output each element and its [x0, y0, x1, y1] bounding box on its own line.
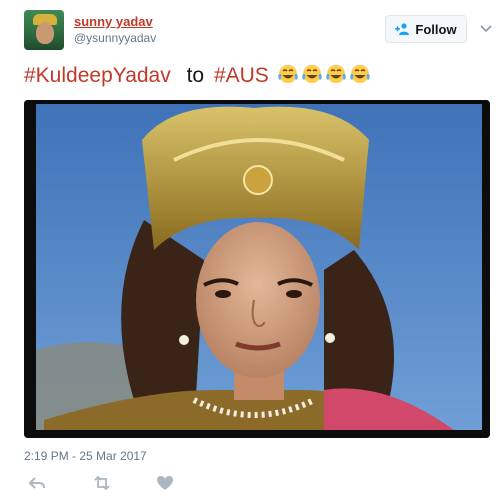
add-user-icon: [395, 23, 410, 35]
tears-of-joy-emoji-icon: [349, 65, 370, 83]
user-name-block: sunny yadav @ysunnyyadav: [74, 14, 156, 46]
display-name[interactable]: sunny yadav: [74, 14, 156, 30]
tweet-timestamp[interactable]: 2:19 PM - 25 Mar 2017: [24, 449, 147, 463]
avatar-face: [36, 22, 54, 44]
tweet-actions: [0, 472, 500, 494]
profile-avatar[interactable]: [24, 10, 64, 50]
tears-of-joy-emoji-icon: [325, 65, 346, 83]
video-frame: [24, 100, 490, 438]
emoji-row: [277, 63, 371, 85]
like-icon[interactable]: [156, 474, 174, 492]
follow-button[interactable]: Follow: [385, 15, 467, 43]
retweet-icon[interactable]: [93, 474, 111, 492]
chevron-down-icon[interactable]: [478, 20, 494, 36]
tears-of-joy-emoji-icon: [277, 65, 298, 83]
reply-icon[interactable]: [28, 474, 46, 492]
tweet-header: sunny yadav @ysunnyyadav Follow: [0, 0, 500, 60]
tears-of-joy-emoji-icon: [301, 65, 322, 83]
tweet-text: #KuldeepYadav to #AUS: [24, 62, 371, 90]
user-handle[interactable]: @ysunnyyadav: [74, 30, 156, 46]
tweet-media-video[interactable]: [24, 100, 490, 438]
follow-label: Follow: [415, 21, 457, 37]
tweet-word: to: [186, 64, 205, 87]
hashtag-kuldeepyadav[interactable]: #KuldeepYadav: [24, 64, 171, 87]
hashtag-aus[interactable]: #AUS: [214, 64, 269, 87]
